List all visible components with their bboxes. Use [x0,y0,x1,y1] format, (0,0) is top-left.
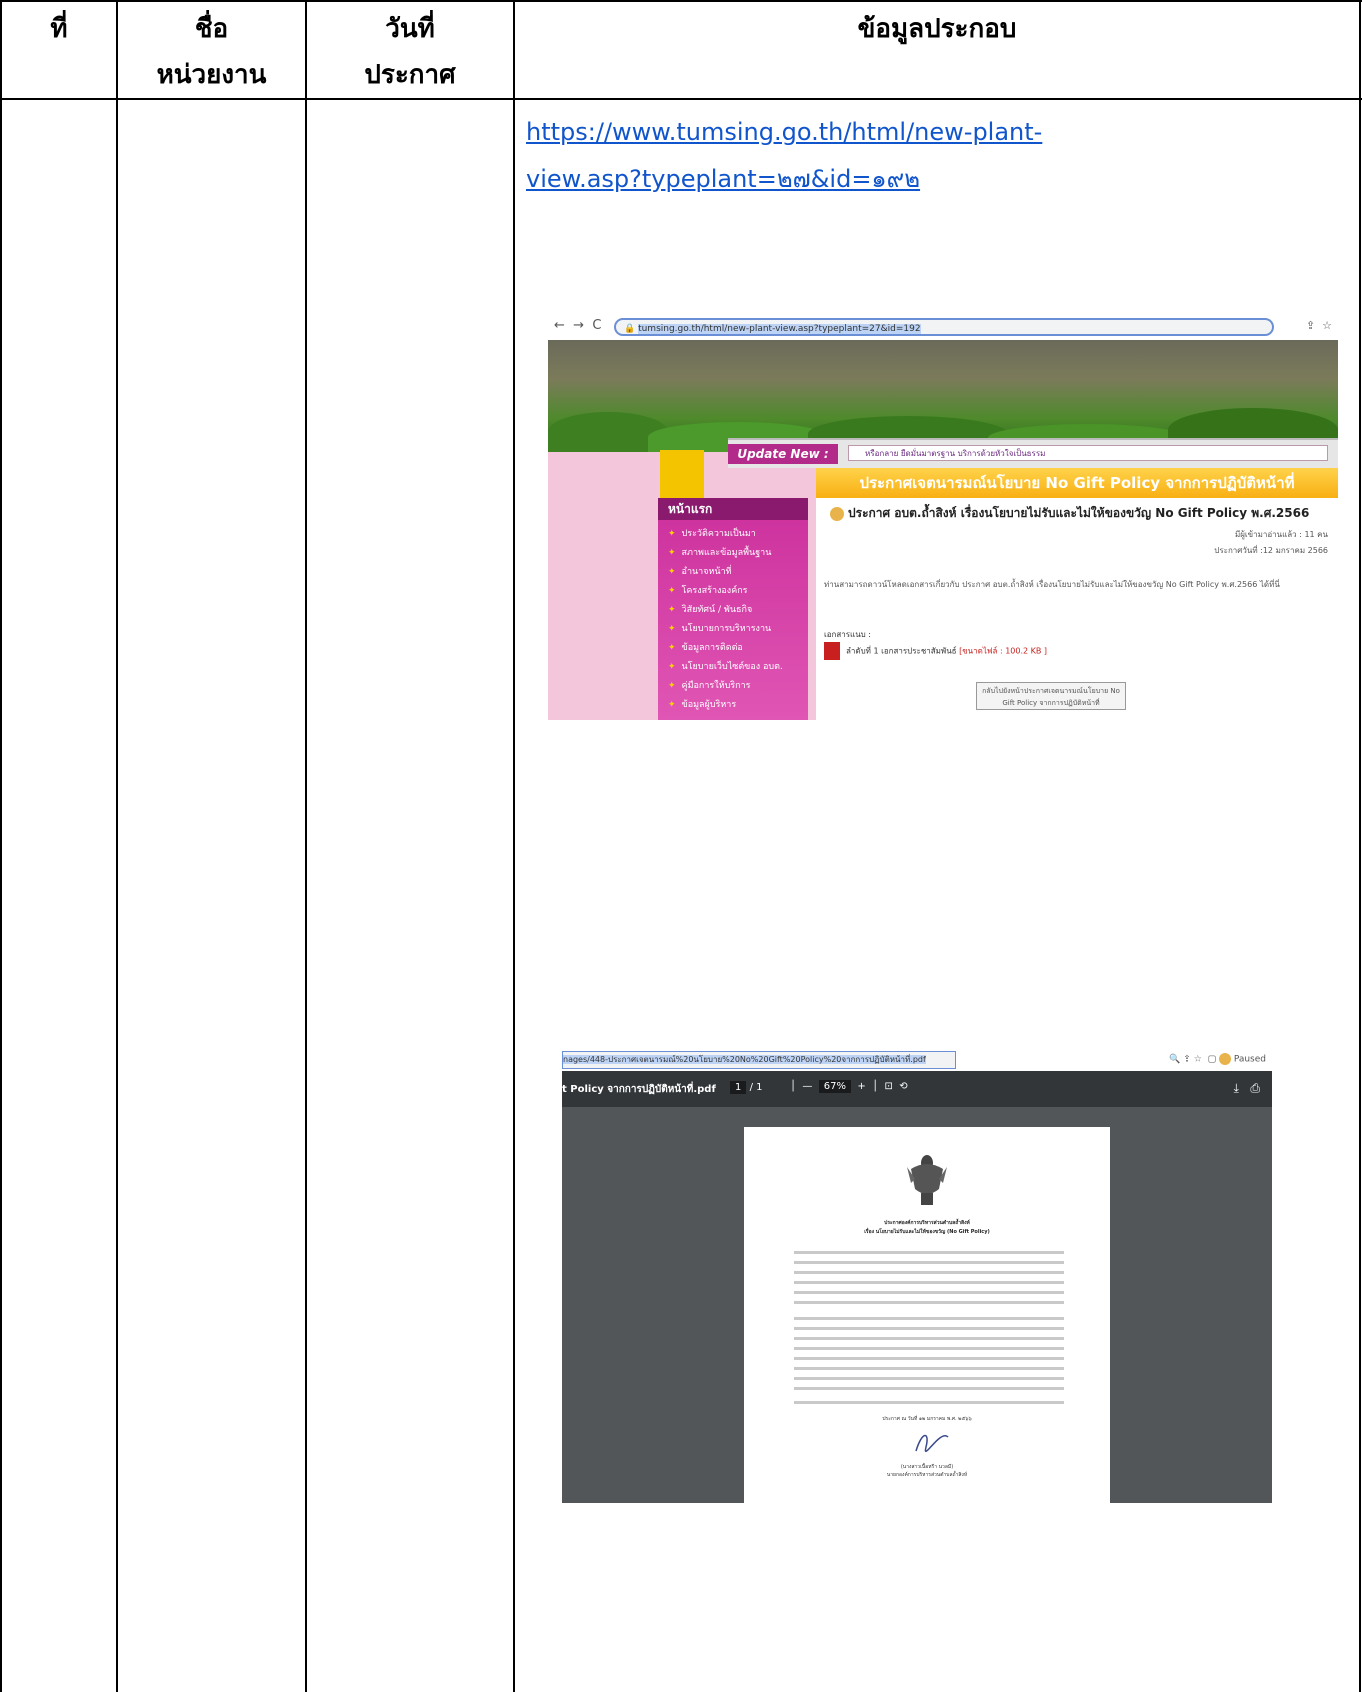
header-date-line2: ประกาศ [364,60,456,90]
pdf-document-page: ประกาศองค์การบริหารส่วนตำบลถ้ำสิงห์ เรื่… [744,1127,1110,1503]
announce-date: ประกาศวันที่ :12 มกราคม 2566 [1214,546,1328,555]
announcement-content: ประกาศ อบต.ถ้ำสิงห์ เรื่องนโยบายไม่รับแล… [816,498,1338,720]
sidebar-item[interactable]: ✦ สภาพและข้อมูลพื้นฐาน [668,545,771,559]
pdf-doc-title-1: ประกาศองค์การบริหารส่วนตำบลถ้ำสิงห์ [884,1220,970,1226]
pdf-text-line [794,1291,1064,1294]
sidebar-item[interactable]: ✦ ข้อมูลการติดต่อ [668,640,743,654]
pdf-icon [824,642,840,660]
header-details: ข้อมูลประกอบ [857,14,1017,44]
pdf-text-line [794,1281,1064,1284]
source-link-line1[interactable]: https://www.tumsing.go.th/html/new-plant… [526,112,1042,152]
pdf-text-line [794,1337,1064,1340]
table-border-col3 [513,0,515,1692]
readers-count: มีผู้เข้ามาอ่านแล้ว : 11 คน [1234,530,1328,539]
table-border-top [0,0,1362,2]
pdf-text-line [794,1347,1064,1350]
sidebar-item[interactable]: ✦ นโยบายเว็บไซต์ของ อบต. [668,659,783,673]
pdf-doc-date: ประกาศ ณ วันที่ ๑๒ มกราคม พ.ศ. ๒๕๖๖ [882,1416,972,1422]
announcement-body: ท่านสามารถดาวน์โหลดเอกสารเกี่ยวกับ ประกา… [824,580,1280,589]
table-border-left [0,0,2,1692]
pdf-url-field: nages/448-ประกาศเจตนารมณ์%20นโยบาย%20No%… [562,1051,956,1069]
sidebar-item[interactable]: ✦ วิสัยทัศน์ / พันธกิจ [668,602,752,616]
table-border-right [1359,0,1361,1692]
pdf-text-line [794,1401,1064,1404]
pdf-filename: t Policy จากการปฏิบัติหน้าที่.pdf [562,1084,716,1095]
header-date-line1: วันที่ [385,14,435,44]
pdf-text-line [794,1327,1064,1330]
pdf-browser-tools: 🔍 ⇪ ☆ ▢ Paused [1169,1053,1266,1065]
pdf-text-line [794,1261,1064,1264]
browser-url-field: 🔒 tumsing.go.th/html/new-plant-view.asp?… [614,318,1274,336]
update-label: Update New : [728,444,838,464]
table-border-header-bottom [0,98,1362,100]
attachment-row[interactable]: ลำดับที่ 1 เอกสารประชาสัมพันธ์ [ขนาดไฟล์… [824,642,1047,660]
sidebar-item[interactable]: ✦ ประวัติความเป็นมา [668,526,756,540]
back-button[interactable]: กลับไปยังหน้าประกาศเจตนารมณ์นโยบาย No Gi… [976,682,1126,710]
garuda-emblem-icon [907,1155,947,1205]
pdf-text-line [794,1271,1064,1274]
pdf-toolbar: t Policy จากการปฏิบัติหน้าที่.pdf 1 / 1 … [562,1071,1272,1107]
table-border-col1 [116,0,118,1692]
garden-banner-image [548,340,1338,452]
sidebar-item[interactable]: ✦ อำนาจหน้าที่ [668,564,732,578]
browser-address-bar: ← → C 🔒 tumsing.go.th/html/new-plant-vie… [548,316,1338,340]
pdf-text-line [794,1377,1064,1380]
signature-icon [915,1434,949,1453]
browser-tool-icons: ⇪ ☆ [1305,319,1332,332]
table-border-col2 [305,0,307,1692]
pdf-doc-title-2: เรื่อง นโยบายไม่รับและไม่ให้ของขวัญ (No … [864,1229,990,1235]
sidebar-item[interactable]: ✦ คู่มือการให้บริการ [668,678,750,692]
pdf-signer-name: (นางสาวเนื้อหรีา นวลมี) [900,1464,954,1470]
pdf-page-indicator[interactable]: 1 / 1 [730,1081,762,1094]
pdf-text-line [794,1357,1064,1360]
browser-nav-icons: ← → C [554,318,602,333]
sidebar-item[interactable]: ✦ ข้อมูลผู้บริหาร [668,697,736,711]
sidebar-menu-head[interactable]: หน้าแรก [658,498,808,520]
pdf-zoom-controls[interactable]: │ — 67% + │ ⊡ ⟲ [790,1080,908,1093]
pdf-address-bar: nages/448-ประกาศเจตนารมณ์%20นโยบาย%20No%… [562,1049,1272,1071]
pdf-viewer-screenshot: nages/448-ประกาศเจตนารมณ์%20นโยบาย%20No%… [562,1049,1272,1503]
pdf-text-line [794,1367,1064,1370]
pdf-text-line [794,1301,1064,1304]
webpage-screenshot: ← → C 🔒 tumsing.go.th/html/new-plant-vie… [548,316,1338,720]
seal-icon [830,506,844,521]
sidebar-item[interactable]: ✦ นโยบายการบริหารงาน [668,621,771,635]
attachment-label: เอกสารแนบ : [824,630,871,639]
sidebar-menu: หน้าแรก ✦ ประวัติความเป็นมา ✦ สภาพและข้อมู… [658,498,808,720]
announcement-heading: ประกาศ อบต.ถ้ำสิงห์ เรื่องนโยบายไม่รับแล… [830,504,1309,523]
update-news-bar: Update New : หรือกลาย ยืดมั่นมาตรฐาน บริ… [728,438,1338,468]
pdf-text-line [794,1317,1064,1320]
pdf-download-print-icons[interactable]: ⤓ ⎙ [1234,1081,1260,1096]
header-no: ที่ [50,14,68,44]
header-agency-line1: ชื่อ [194,14,229,44]
sidebar-item[interactable]: ✦ โครงสร้างองค์กร [668,583,748,597]
source-link-line2[interactable]: view.asp?typeplant=๒๗&id=๑๙๒ [526,159,920,199]
news-ticker: หรือกลาย ยืดมั่นมาตรฐาน บริการด้วยหัวใจเ… [848,445,1328,461]
header-agency-line2: หน่วยงาน [156,60,267,90]
pdf-signer-title: นายกองค์การบริหารส่วนตำบลถ้ำสิงห์ [886,1472,968,1478]
pdf-text-line [794,1251,1064,1254]
pdf-text-line [794,1387,1064,1390]
profile-avatar-icon [1218,1053,1231,1065]
